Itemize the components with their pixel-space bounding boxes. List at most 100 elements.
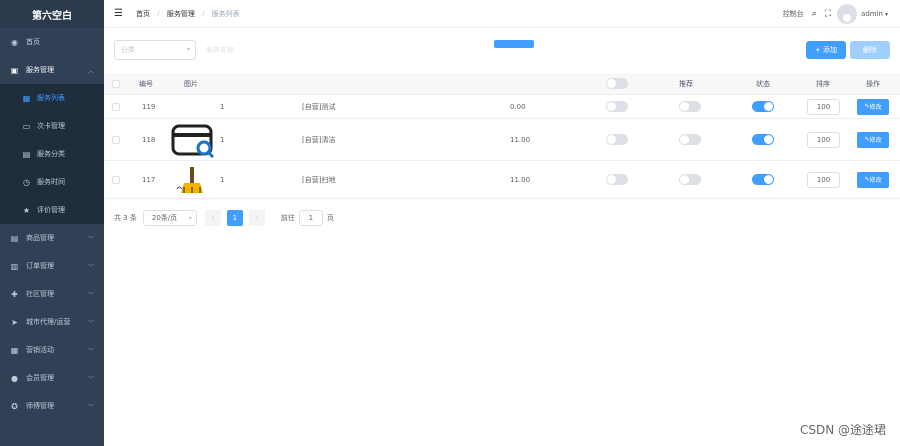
- sidebar-item-members[interactable]: ● 会员管理 ﹀: [0, 364, 104, 392]
- edit-label: 修改: [869, 104, 882, 111]
- page-size-select[interactable]: 20条/页 ▾: [142, 210, 197, 226]
- header-status: 状态: [756, 79, 770, 88]
- prev-page-button[interactable]: ‹: [204, 210, 221, 226]
- status-switch[interactable]: [752, 174, 774, 185]
- row-switch[interactable]: [606, 134, 628, 145]
- dashboard-icon: ◉: [11, 37, 18, 47]
- row-name: [自营]扫地: [302, 175, 336, 184]
- sort-input[interactable]: 100: [807, 98, 840, 115]
- row-price: 11.00: [510, 135, 531, 144]
- row-name: [自营]测试: [302, 102, 336, 111]
- page-number[interactable]: 1: [226, 210, 243, 226]
- sidebar-item-community[interactable]: ✚ 社区管理 ﹀: [0, 280, 104, 308]
- row-id: 118: [142, 135, 156, 144]
- sort-input[interactable]: 100: [807, 171, 840, 188]
- service-submenu: ▦ 服务列表 ▭ 次卡管理 ▤ 服务分类 ◷ 服务时间 ★ 评价管理: [0, 84, 104, 224]
- sidebar-item-marketing[interactable]: ▦ 营销活动 ﹀: [0, 336, 104, 364]
- status-switch[interactable]: [752, 134, 774, 145]
- sidebar-subitem-label: 次卡管理: [37, 122, 65, 130]
- header-switch: [606, 78, 628, 89]
- category-select[interactable]: 分类 ▾: [114, 40, 196, 60]
- user-icon: ●: [11, 373, 18, 383]
- sidebar-item-label: 商品管理: [26, 234, 54, 242]
- card-icon: ▭: [22, 121, 31, 131]
- chevron-down-icon: ﹀: [87, 263, 94, 271]
- edit-button[interactable]: ✎ 修改: [857, 131, 889, 148]
- delete-button[interactable]: 删除: [850, 41, 890, 59]
- row-switch[interactable]: [606, 174, 628, 185]
- category-select-placeholder: 分类: [121, 46, 135, 54]
- user-name[interactable]: admin: [861, 10, 883, 18]
- row-switch[interactable]: [606, 101, 628, 112]
- next-page-button[interactable]: ›: [248, 210, 265, 226]
- hamburger-icon[interactable]: ☰: [114, 8, 123, 19]
- header-recommend: 推荐: [679, 79, 693, 88]
- service-image-broom: [176, 166, 203, 193]
- fullscreen-icon[interactable]: ⛶: [825, 9, 831, 19]
- edit-button[interactable]: ✎ 修改: [857, 171, 889, 188]
- service-name-input[interactable]: 服务名称: [202, 40, 272, 60]
- pagination: 共 3 条 20条/页 ▾ ‹ 1 › 前往 1 页: [114, 210, 334, 226]
- pagination-total: 共 3 条: [114, 214, 137, 222]
- sidebar-item-home[interactable]: ◉ 首页: [0, 28, 104, 56]
- row-price: 0.00: [510, 102, 526, 111]
- sidebar-item-label: 城市代理/运营: [26, 318, 71, 326]
- search-button[interactable]: [494, 40, 534, 48]
- breadcrumb: 首页 / 服务管理 / 服务列表: [136, 9, 240, 19]
- breadcrumb-current: 服务列表: [211, 10, 240, 18]
- console-link[interactable]: 控制台: [783, 9, 804, 19]
- sidebar-subitem-label: 服务时间: [37, 178, 65, 186]
- row-checkbox[interactable]: [112, 135, 120, 144]
- sidebar-subitem-service-list[interactable]: ▦ 服务列表: [0, 84, 104, 112]
- table-header: 编号 图片 推荐 状态 排序 操作: [104, 73, 900, 95]
- recommend-switch[interactable]: [679, 174, 701, 185]
- header-image: 图片: [184, 79, 198, 88]
- row-checkbox[interactable]: [112, 102, 120, 111]
- sidebar-subitem-time[interactable]: ◷ 服务时间: [0, 168, 104, 196]
- avatar[interactable]: [837, 4, 858, 24]
- navbar-right: 控制台 ⌕ ⛶ admin ▾: [783, 4, 888, 24]
- watermark: CSDN @途途珺: [799, 423, 886, 437]
- sidebar-subitem-label: 评价管理: [37, 206, 65, 214]
- worker-icon: ✪: [11, 401, 18, 411]
- sidebar-item-workers[interactable]: ✪ 师傅管理 ﹀: [0, 392, 104, 420]
- add-button[interactable]: + 添加: [806, 41, 846, 59]
- sidebar-subitem-review[interactable]: ★ 评价管理: [0, 196, 104, 224]
- breadcrumb-service[interactable]: 服务管理: [167, 10, 195, 18]
- recommend-switch[interactable]: [679, 134, 701, 145]
- goods-icon: ▤: [10, 233, 19, 243]
- goto-page-input[interactable]: 1: [298, 210, 323, 226]
- recommend-switch[interactable]: [679, 101, 701, 112]
- navigation-icon: ➤: [11, 317, 18, 327]
- breadcrumb-separator: /: [157, 10, 160, 18]
- select-all-checkbox[interactable]: [112, 79, 120, 88]
- sidebar-item-orders[interactable]: ▥ 订单管理 ﹀: [0, 252, 104, 280]
- header-sort: 排序: [816, 79, 830, 88]
- sidebar-subitem-card[interactable]: ▭ 次卡管理: [0, 112, 104, 140]
- sidebar-item-agent[interactable]: ➤ 城市代理/运营 ﹀: [0, 308, 104, 336]
- sidebar-subitem-label: 服务列表: [37, 94, 65, 102]
- sidebar-item-label: 会员管理: [26, 374, 54, 382]
- sidebar-item-service[interactable]: ▣ 服务管理 ︿: [0, 56, 104, 84]
- header-id: 编号: [139, 79, 153, 88]
- row-name: [自营]清洁: [302, 135, 336, 144]
- sort-input[interactable]: 100: [807, 131, 840, 148]
- row-checkbox[interactable]: [112, 175, 120, 184]
- breadcrumb-home[interactable]: 首页: [136, 10, 150, 18]
- row-num: 1: [220, 135, 225, 144]
- search-icon[interactable]: ⌕: [812, 9, 817, 19]
- row-price: 11.00: [510, 175, 531, 184]
- chevron-down-icon: ﹀: [87, 291, 94, 299]
- chevron-down-icon[interactable]: ▾: [885, 11, 888, 18]
- breadcrumb-separator: /: [202, 10, 205, 18]
- sidebar-item-goods[interactable]: ▤ 商品管理 ﹀: [0, 224, 104, 252]
- sidebar-subitem-label: 服务分类: [37, 150, 65, 158]
- header-action: 操作: [866, 79, 880, 88]
- status-switch[interactable]: [752, 101, 774, 112]
- order-icon: ▥: [10, 261, 19, 271]
- chevron-down-icon: ﹀: [87, 403, 94, 411]
- app-logo: 第六空白: [0, 0, 104, 28]
- sidebar-subitem-category[interactable]: ▤ 服务分类: [0, 140, 104, 168]
- chevron-down-icon: ﹀: [87, 347, 94, 355]
- edit-button[interactable]: ✎ 修改: [857, 98, 889, 115]
